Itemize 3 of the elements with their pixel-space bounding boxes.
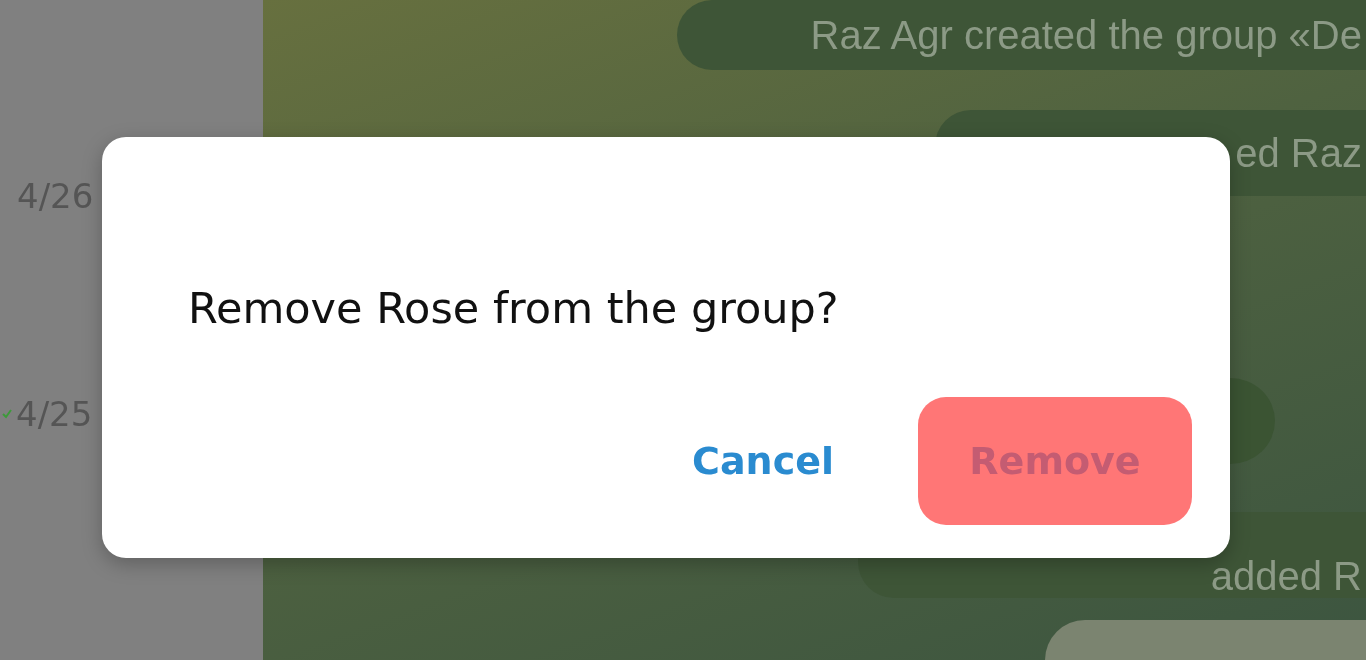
dialog-message: Remove Rose from the group? xyxy=(188,283,839,333)
cancel-button[interactable]: Cancel xyxy=(688,439,838,483)
service-message: Raz Agr created the group «De xyxy=(677,0,1366,70)
